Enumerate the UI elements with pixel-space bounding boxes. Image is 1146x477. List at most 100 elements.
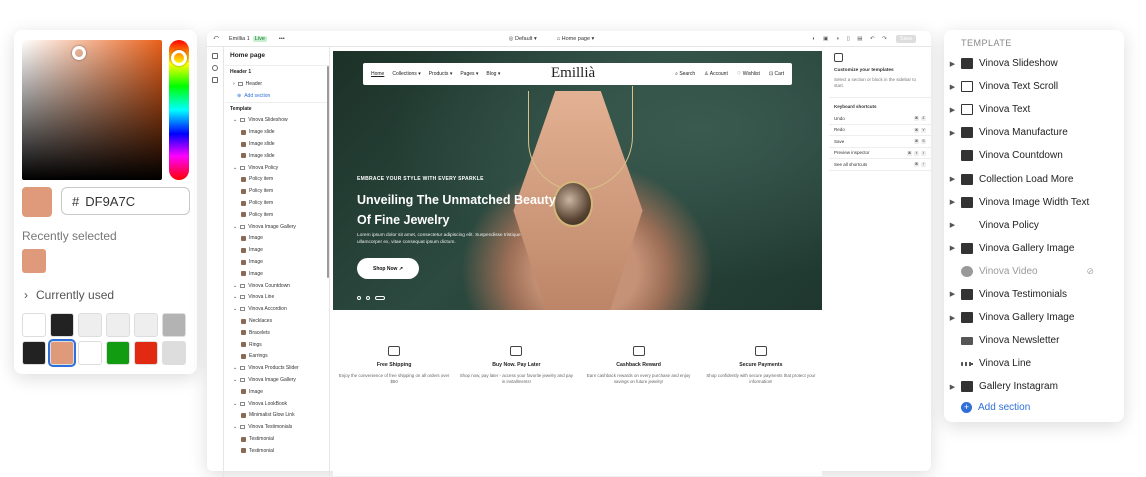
tree-item[interactable]: Image slide [225, 150, 329, 162]
chevron-down-icon[interactable]: ⌄ [233, 294, 237, 300]
color-swatch[interactable] [78, 313, 102, 337]
chevron-right-icon[interactable]: ▶ [944, 314, 961, 322]
tree-item[interactable]: Policy item [225, 197, 329, 209]
tree-item[interactable]: ⌄ Vinova Accordion [225, 303, 329, 315]
tree-item[interactable]: Testimonial [225, 433, 329, 445]
nav-action-cart[interactable]: ⊡ Cart [769, 71, 784, 77]
nav-link[interactable]: Blog ▾ [486, 71, 500, 77]
template-section-item[interactable]: ▶ Vinova Slideshow [944, 52, 1124, 75]
tree-item[interactable]: Image [225, 244, 329, 256]
template-section-item[interactable]: ▶ Vinova Image Width Text [944, 191, 1124, 214]
color-swatch[interactable] [162, 341, 186, 365]
chevron-right-icon[interactable]: ▶ [944, 129, 961, 137]
chevron-right-icon[interactable]: ▶ [944, 106, 961, 114]
tree-item[interactable]: Rings [225, 339, 329, 351]
tree-item[interactable]: ⌄ Vinova Image Gallery [225, 221, 329, 233]
chevron-right-icon[interactable]: ▶ [944, 83, 961, 91]
template-section-item[interactable]: ▶ Vinova Text Scroll [944, 75, 1124, 98]
template-section-item[interactable]: ▶ Collection Load More [944, 167, 1124, 190]
color-swatch[interactable] [48, 339, 76, 367]
tree-item[interactable]: Policy item [225, 174, 329, 186]
chevron-down-icon[interactable]: ⌄ [233, 306, 237, 312]
chevron-down-icon[interactable]: ⌄ [233, 424, 237, 430]
tree-item[interactable]: ⌄ Vinova Image Gallery [225, 374, 329, 386]
nav-link[interactable]: Home [371, 71, 384, 77]
store-name[interactable]: Emillia 1 [229, 36, 250, 42]
chevron-right-icon[interactable]: ▶ [944, 198, 961, 206]
chevron-down-icon[interactable]: ⌄ [233, 283, 237, 289]
tree-item[interactable]: ⌄ Vinova LookBook [225, 398, 329, 410]
exit-icon[interactable]: ⤺ [207, 35, 225, 42]
chevron-right-icon[interactable]: ▶ [944, 290, 961, 298]
tree-item[interactable]: Policy item [225, 185, 329, 197]
add-section-button[interactable]: + Add section [961, 402, 1030, 413]
color-swatch[interactable] [106, 313, 130, 337]
more-icon[interactable]: ••• [279, 36, 285, 42]
sidebar-scrollbar[interactable] [327, 66, 329, 278]
tree-item[interactable]: ⌄ Vinova Slideshow [225, 115, 329, 127]
tree-item[interactable]: ⌄ Vinova Products Slider [225, 362, 329, 374]
color-swatch[interactable] [106, 341, 130, 365]
nav-action-account[interactable]: ♙ Account [704, 71, 728, 77]
template-section-item[interactable]: Vinova Countdown [944, 144, 1124, 167]
template-section-item[interactable]: ▶ Vinova Text [944, 98, 1124, 121]
color-swatch[interactable] [134, 313, 158, 337]
shop-now-button[interactable]: Shop Now ↗ [357, 258, 419, 279]
sections-icon[interactable] [212, 53, 218, 59]
nav-link[interactable]: Collections ▾ [392, 71, 420, 77]
chevron-down-icon[interactable]: ⌄ [233, 224, 237, 230]
template-section-item[interactable]: ▶ Gallery Instagram [944, 375, 1124, 398]
tree-item[interactable]: Minimalist Glow Link [225, 410, 329, 422]
color-swatch[interactable] [50, 313, 74, 337]
tree-item[interactable]: ⌄ Vinova Countdown [225, 280, 329, 292]
tree-item[interactable]: Policy item [225, 209, 329, 221]
template-section-item[interactable]: ▶ Vinova Testimonials [944, 283, 1124, 306]
chevron-right-icon[interactable]: ▶ [944, 383, 961, 391]
tree-item[interactable]: Image slide [225, 126, 329, 138]
chevron-right-icon[interactable]: ▶ [944, 221, 961, 229]
page-selector[interactable]: ⌂ Home page ▾ [557, 36, 595, 42]
nav-link[interactable]: Products ▾ [429, 71, 453, 77]
chevron-down-icon[interactable]: ⌄ [233, 401, 237, 407]
color-swatch[interactable] [22, 341, 46, 365]
chevron-right-icon[interactable]: ▶ [944, 60, 961, 68]
template-section-item[interactable]: Vinova Line [944, 352, 1124, 375]
slide-dot[interactable] [357, 296, 361, 300]
hue-handle[interactable] [171, 50, 187, 66]
template-section-item[interactable]: ▶ Vinova Gallery Image [944, 306, 1124, 329]
add-section-link[interactable]: ⊕ Add section [225, 90, 329, 102]
toolbar-icons[interactable]: ◐ ▣ ◑ ▯ ▤ ↶ ↷ [812, 36, 889, 42]
tree-item[interactable]: ⌄ Vinova Testimonials [225, 421, 329, 433]
nav-action-wishlist[interactable]: ♡ Wishlist [737, 71, 760, 77]
tree-item[interactable]: Earrings [225, 351, 329, 363]
nav-link[interactable]: Pages ▾ [460, 71, 478, 77]
saturation-value-area[interactable] [22, 40, 162, 180]
chevron-down-icon[interactable]: ⌄ [233, 117, 237, 123]
hex-input[interactable]: # DF9A7C [61, 187, 190, 215]
template-section-item[interactable]: ▶ Vinova Policy [944, 214, 1124, 237]
tree-item[interactable]: Testimonial [225, 445, 329, 457]
template-section-item[interactable]: ▶ Vinova Manufacture [944, 121, 1124, 144]
template-section-item[interactable]: Vinova Newsletter [944, 329, 1124, 352]
slide-dot-active[interactable] [375, 296, 385, 300]
tree-item[interactable]: Image [225, 233, 329, 245]
tree-item[interactable]: Image slide [225, 138, 329, 150]
nav-action-search[interactable]: ⌕ Search [675, 71, 695, 77]
hex-value[interactable]: DF9A7C [85, 194, 135, 209]
tree-item[interactable]: Necklaces [225, 315, 329, 327]
chevron-down-icon[interactable]: ⌄ [233, 365, 237, 371]
save-button[interactable]: Save [895, 34, 917, 43]
template-section-item[interactable]: Vinova Video ⊘ [944, 260, 1124, 283]
currently-used-toggle[interactable]: › Currently used [24, 288, 114, 302]
settings-icon[interactable] [212, 65, 218, 71]
header-item[interactable]: › Header [225, 78, 329, 90]
tree-item[interactable]: Image [225, 256, 329, 268]
tree-item[interactable]: Image [225, 268, 329, 280]
slide-dot[interactable] [366, 296, 370, 300]
color-swatch[interactable] [162, 313, 186, 337]
tree-item[interactable]: Image [225, 386, 329, 398]
theme-selector[interactable]: ◎ Default ▾ [509, 36, 537, 42]
eye-off-icon[interactable]: ⊘ [1086, 266, 1094, 277]
color-swatch[interactable] [134, 341, 158, 365]
store-logo[interactable]: Emillià [551, 65, 595, 82]
